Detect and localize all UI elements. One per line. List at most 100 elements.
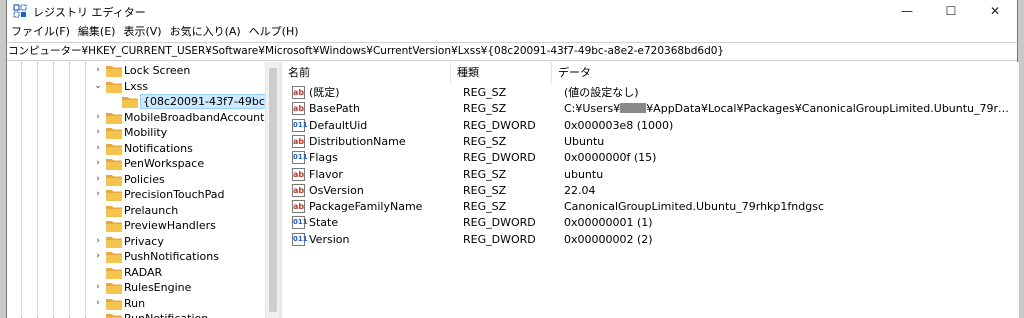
value-row[interactable]: ab OsVersion REG_SZ 22.04	[282, 183, 1019, 199]
chevron-right-icon[interactable]: ›	[93, 125, 103, 140]
chevron-right-icon[interactable]: ›	[93, 249, 103, 264]
tree-item[interactable]: ⌄ Lxss	[7, 79, 265, 95]
menu-help[interactable]: ヘルプ(H)	[245, 22, 303, 42]
chevron-right-icon[interactable]: ›	[93, 234, 103, 249]
chevron-right-icon[interactable]: ›	[93, 172, 103, 187]
tree-item-label: RADAR	[124, 265, 163, 279]
value-data: 22.04	[564, 183, 596, 197]
tree-scrollbar-thumb[interactable]	[269, 68, 277, 312]
tree-item[interactable]: RunNotification	[7, 311, 265, 318]
folder-icon	[122, 97, 138, 108]
value-type: REG_DWORD	[463, 118, 536, 132]
close-button[interactable]: ✕	[973, 0, 1017, 22]
reg-string-value-icon: ab	[292, 86, 305, 99]
value-row[interactable]: ab (既定) REG_SZ (値の設定なし)	[282, 85, 1019, 101]
folder-icon	[106, 298, 122, 310]
chevron-right-icon[interactable]: ›	[93, 63, 103, 78]
tree-item-label: Prelaunch	[124, 203, 179, 217]
value-type: REG_SZ	[463, 167, 507, 181]
menu-file[interactable]: ファイル(F)	[7, 22, 74, 42]
tree-item[interactable]: › Notifications	[7, 141, 265, 157]
value-name: Version	[309, 232, 350, 246]
column-header-name[interactable]: 名前	[282, 62, 451, 84]
address-bar[interactable]: コンピューター¥HKEY_CURRENT_USER¥Software¥Micro…	[7, 42, 1017, 61]
chevron-right-icon[interactable]: ›	[93, 187, 103, 202]
tree-item-label: Lock Screen	[124, 64, 191, 77]
column-header-data[interactable]: データ	[552, 62, 1019, 84]
tree-scrollbar[interactable]	[265, 62, 279, 318]
tree-item-label: MobileBroadbandAccounts	[124, 110, 265, 124]
chevron-right-icon[interactable]: ›	[93, 110, 103, 125]
registry-editor-window: レジストリ エディター — ☐ ✕ ファイル(F) 編集(E) 表示(V) お気…	[6, 0, 1019, 318]
value-name: (既定)	[309, 86, 340, 99]
tree-item[interactable]: › Policies	[7, 172, 265, 188]
value-name: DistributionName	[309, 134, 406, 148]
tree-item-label: PushNotifications	[124, 250, 219, 263]
tree-item-selected[interactable]: {08c20091-43f7-49bc-a8e2-e7	[7, 94, 265, 110]
value-data: ubuntu	[564, 167, 604, 181]
tree-item-label: RulesEngine	[124, 281, 192, 294]
tree-item[interactable]: Prelaunch	[7, 203, 265, 219]
value-type: REG_SZ	[463, 134, 507, 148]
registry-editor-app-icon	[13, 4, 27, 18]
menu-favorites[interactable]: お気に入り(A)	[166, 22, 245, 42]
tree-item[interactable]: › PenWorkspace	[7, 156, 265, 172]
reg-string-value-icon: ab	[292, 200, 305, 214]
value-name: Flags	[309, 151, 338, 165]
value-row[interactable]: ab PackageFamilyName REG_SZ CanonicalGroupL…	[282, 199, 1019, 215]
tree-item-label: Run	[124, 296, 146, 310]
folder-icon	[106, 252, 122, 263]
tree-item[interactable]: › Run	[7, 296, 265, 312]
value-row[interactable]: 011 Version REG_DWORD 0x00000002 (2)	[282, 232, 1019, 248]
tree-item[interactable]: › Mobility	[7, 125, 265, 141]
chevron-down-icon[interactable]: ⌄	[93, 79, 103, 94]
value-row[interactable]: ab DistributionName REG_SZ Ubuntu	[282, 134, 1019, 150]
reg-string-value-icon: ab	[292, 134, 305, 148]
value-row[interactable]: 011 State REG_DWORD 0x00000001 (1)	[282, 215, 1019, 231]
value-row[interactable]: 011 DefaultUid REG_DWORD 0x000003e8 (1000)	[282, 118, 1019, 134]
value-data-rest: ¥AppData¥Local¥Packages¥CanonicalGroupLi…	[646, 102, 1014, 116]
value-row[interactable]: 011 Flags REG_DWORD 0x0000000f (15)	[282, 150, 1019, 166]
folder-icon	[106, 190, 122, 201]
chevron-right-icon	[93, 311, 103, 318]
tree-item[interactable]: › MobileBroadbandAccounts	[7, 110, 265, 126]
value-row[interactable]: ab BasePath REG_SZ C:¥Users¥ ¥AppData¥Local¥…	[282, 101, 1019, 117]
reg-string-value-icon: ab	[292, 167, 305, 181]
tree-item[interactable]: › PrecisionTouchPad	[7, 187, 265, 203]
reg-binary-value-icon: 011	[292, 216, 308, 230]
value-data: (値の設定なし)	[564, 86, 639, 99]
chevron-right-icon[interactable]: ›	[93, 141, 103, 156]
chevron-right-icon[interactable]: ›	[93, 280, 103, 295]
folder-icon	[106, 159, 122, 170]
folder-icon	[106, 81, 122, 93]
tree-item[interactable]: › PushNotifications	[7, 249, 265, 265]
title-bar[interactable]: レジストリ エディター — ☐ ✕	[7, 0, 1017, 22]
tree-item[interactable]: › RulesEngine	[7, 280, 265, 296]
value-row[interactable]: ab Flavor REG_SZ ubuntu	[282, 167, 1019, 183]
chevron-right-icon[interactable]: ›	[93, 156, 103, 171]
chevron-right-icon	[93, 265, 103, 280]
folder-icon	[106, 174, 122, 186]
minimize-button[interactable]: —	[885, 0, 929, 22]
maximize-button[interactable]: ☐	[929, 0, 973, 22]
value-type: REG_DWORD	[463, 151, 536, 165]
tree-item[interactable]: › Lock Screen	[7, 63, 265, 79]
menu-edit[interactable]: 編集(E)	[74, 22, 120, 42]
value-list-pane[interactable]: 名前 種類 データ ab (既定) REG_SZ (値の設定なし) ab BasePath…	[282, 62, 1019, 318]
value-data: CanonicalGroupLimited.Ubuntu_79rhkp1fndg…	[564, 200, 824, 214]
folder-icon	[106, 143, 122, 155]
window-title: レジストリ エディター	[33, 6, 146, 19]
tree-item[interactable]: PreviewHandlers	[7, 218, 265, 234]
key-tree-pane[interactable]: › Lock Screen ⌄ Lxss{08c20091-43f7-49bc-a8e…	[7, 62, 265, 318]
menu-view[interactable]: 表示(V)	[119, 22, 165, 42]
column-header-type[interactable]: 種類	[451, 62, 552, 84]
folder-icon	[106, 267, 122, 279]
tree-item[interactable]: › Privacy	[7, 234, 265, 250]
tree-item-label: PrecisionTouchPad	[124, 188, 225, 201]
reg-string-value-icon: ab	[292, 183, 305, 197]
value-data: 0x0000000f (15)	[564, 151, 657, 165]
chevron-right-icon[interactable]: ›	[93, 296, 103, 311]
tree-item-label: RunNotification	[124, 311, 208, 318]
tree-item-label: Lxss	[124, 79, 149, 93]
tree-item[interactable]: RADAR	[7, 265, 265, 281]
